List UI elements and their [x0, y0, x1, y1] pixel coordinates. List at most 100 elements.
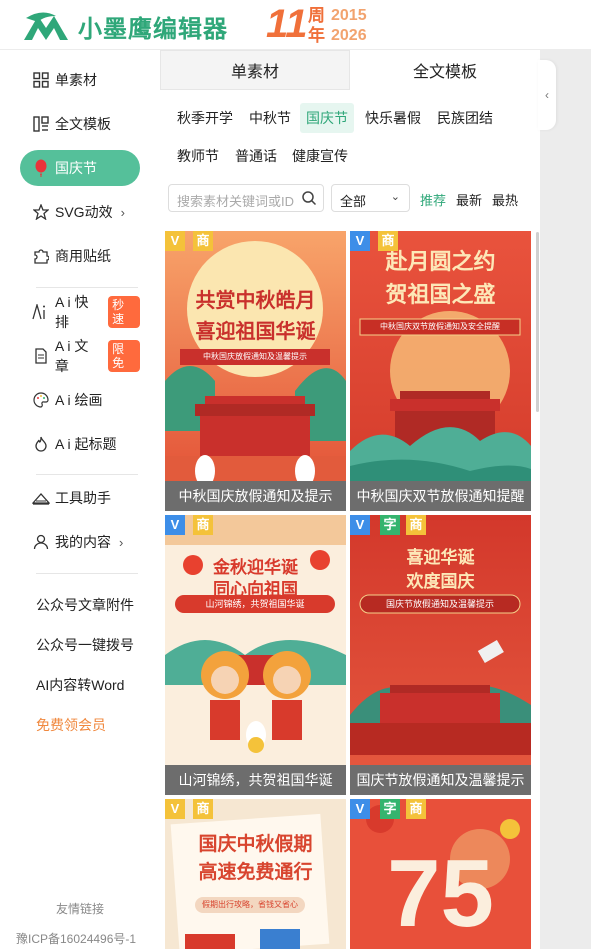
chevron-right-icon: ›	[119, 534, 124, 550]
template-card[interactable]: 金秋迎华诞 同心向祖国 山河锦绣，共贺祖国华诞 V 商 山河锦绣，共贺祖国华诞	[165, 515, 346, 795]
category-autumn-school[interactable]: 秋季开学	[171, 103, 239, 133]
icp-record[interactable]: 豫ICP备16024496号-1	[16, 930, 136, 947]
sidebar-item-label: SVG动效	[55, 204, 113, 220]
card-caption: 山河锦绣，共贺祖国华诞	[165, 765, 346, 795]
speed-badge: 秒速	[108, 296, 140, 328]
balloon-icon	[32, 159, 50, 177]
collapse-panel-button[interactable]: ‹	[538, 60, 556, 130]
card-headline: 喜迎华诞	[406, 548, 475, 567]
card-ribbon: 中秋国庆双节放假通知及安全提醒	[380, 322, 500, 331]
font-badge: 字	[380, 799, 400, 819]
sidebar-item-label: A i 文章	[54, 338, 89, 374]
tab-full-template[interactable]: 全文模板	[350, 50, 540, 90]
vip-badge: V	[350, 799, 370, 819]
card-headline: 贺祖国之盛	[385, 282, 496, 307]
search-placeholder: 搜索素材关键词或ID	[177, 194, 295, 209]
template-card[interactable]: 75 V 字 商	[350, 799, 531, 949]
flame-icon	[32, 435, 50, 453]
category-mid-autumn[interactable]: 中秋节	[243, 103, 297, 133]
filter-selected-value: 全部	[340, 194, 367, 209]
anniversary-chars: 周 年	[308, 6, 328, 46]
vip-badge: V	[165, 231, 185, 251]
card-big-number: 75	[387, 840, 494, 947]
eagle-logo-icon[interactable]	[22, 10, 72, 42]
chevron-left-icon: ‹	[545, 88, 549, 102]
card-artwork	[165, 231, 346, 511]
commercial-badge: 商	[406, 515, 426, 535]
category-health[interactable]: 健康宣传	[286, 141, 354, 171]
chevron-right-icon: ›	[120, 204, 125, 220]
category-mandarin[interactable]: 普通话	[229, 141, 283, 171]
logo-text[interactable]: 小墨鹰编辑器	[78, 9, 228, 44]
sidebar-item-national-day[interactable]: 国庆节	[20, 150, 140, 186]
canvas-area	[540, 50, 591, 949]
sidebar-item-commercial-stickers[interactable]: 商用贴纸	[20, 238, 140, 274]
anniversary-char-zhou: 周	[308, 6, 325, 25]
anniversary-year-end: 2026	[331, 27, 367, 44]
card-caption: 中秋国庆放假通知及提示	[165, 481, 346, 511]
link-ai-to-word[interactable]: AI内容转Word	[36, 675, 124, 695]
sidebar-divider	[36, 474, 138, 475]
link-one-click-dial[interactable]: 公众号一键拨号	[36, 635, 134, 655]
sidebar-item-my-content[interactable]: 我的内容 ›	[20, 524, 140, 560]
anniversary-year-start: 2015	[331, 7, 367, 24]
category-teachers-day[interactable]: 教师节	[171, 141, 225, 171]
tab-single-material[interactable]: 单素材	[160, 50, 350, 90]
card-ribbon: 国庆节放假通知及温馨提示	[385, 599, 494, 609]
category-ethnic-unity[interactable]: 民族团结	[431, 103, 499, 133]
sidebar-item-ai-painting[interactable]: A i 绘画	[20, 382, 140, 418]
star-icon	[32, 203, 50, 221]
user-icon	[32, 533, 50, 551]
sidebar-item-label: A i 快排	[55, 294, 89, 330]
search-icon[interactable]	[301, 190, 317, 206]
template-card[interactable]: 喜迎华诞 欢度国庆 国庆节放假通知及温馨提示 V 字 商 国庆节放假通知及温馨提…	[350, 515, 531, 795]
ai-icon	[32, 303, 50, 321]
card-caption: 中秋国庆双节放假通知提醒	[350, 481, 531, 511]
card-ribbon: 山河锦绣，共贺祖国华诞	[205, 599, 305, 609]
vip-badge: V	[165, 515, 185, 535]
free-badge: 限免	[108, 340, 141, 372]
anniversary-number: 11	[266, 2, 308, 46]
sidebar-item-full-template[interactable]: 全文模板	[20, 106, 140, 142]
sidebar-item-label: 我的内容	[55, 534, 111, 550]
friend-links[interactable]: 友情链接	[56, 900, 104, 917]
sidebar-item-svg-animation[interactable]: SVG动效 ›	[20, 194, 140, 230]
grid-icon	[32, 71, 50, 89]
sidebar-item-single-material[interactable]: 单素材	[20, 62, 140, 98]
category-national-day[interactable]: 国庆节	[300, 103, 354, 133]
template-card[interactable]: 共赏中秋皓月 喜迎祖国华诞 中秋国庆放假通知及温馨提示 V 商 中秋国庆放假通知…	[165, 231, 346, 511]
sidebar-item-label: 商用贴纸	[55, 248, 111, 264]
card-headline: 喜迎祖国华诞	[195, 321, 316, 343]
sidebar-item-ai-article[interactable]: A i 文章 限免	[20, 338, 141, 374]
anniversary-char-nian: 年	[308, 26, 325, 45]
panel-scrollbar[interactable]	[536, 232, 539, 412]
link-article-attachment[interactable]: 公众号文章附件	[36, 595, 134, 615]
commercial-badge: 商	[193, 799, 213, 819]
link-free-membership[interactable]: 免费领会员	[36, 715, 106, 735]
sidebar-divider	[36, 287, 138, 288]
category-summer-holiday[interactable]: 快乐暑假	[359, 103, 427, 133]
template-card[interactable]: 赴月圆之约 贺祖国之盛 中秋国庆双节放假通知及安全提醒 V 商 中秋国庆双节放假…	[350, 231, 531, 511]
top-header: 小墨鹰编辑器 11 周 年 2015 2026	[0, 0, 591, 50]
panel-tabs: 单素材 全文模板	[160, 50, 540, 90]
template-card[interactable]: 国庆中秋假期 高速免费通行 假期出行攻略，省钱又省心 V 商	[165, 799, 346, 949]
sidebar-item-label: 工具助手	[55, 490, 111, 506]
card-headline: 高速免费通行	[198, 862, 313, 883]
sidebar: 单素材 全文模板 国庆节 SVG动效 › 商用贴纸 A i 快排 秒速 A i …	[0, 50, 160, 949]
sort-recommended[interactable]: 推荐	[420, 190, 446, 209]
app-root: 小墨鹰编辑器 11 周 年 2015 2026 单素材 全文模板 国庆节 SVG…	[0, 0, 591, 949]
sidebar-item-ai-layout[interactable]: A i 快排 秒速	[20, 294, 140, 330]
sidebar-item-label: A i 绘画	[55, 392, 103, 408]
sidebar-item-ai-headline[interactable]: A i 起标题	[20, 426, 140, 462]
card-ribbon: 假期出行攻略，省钱又省心	[202, 900, 298, 909]
tools-icon	[32, 489, 50, 507]
vip-badge: V	[165, 799, 185, 819]
filter-select[interactable]: 全部 ⌄	[331, 184, 410, 212]
sidebar-divider	[36, 573, 138, 574]
sidebar-item-label: A i 起标题	[55, 436, 117, 452]
sort-newest[interactable]: 最新	[456, 190, 482, 209]
anniversary-years: 2015 2026	[331, 6, 367, 46]
sidebar-item-tools[interactable]: 工具助手	[20, 480, 140, 516]
sort-hottest[interactable]: 最热	[492, 190, 518, 209]
search-input[interactable]: 搜索素材关键词或ID	[168, 184, 324, 212]
